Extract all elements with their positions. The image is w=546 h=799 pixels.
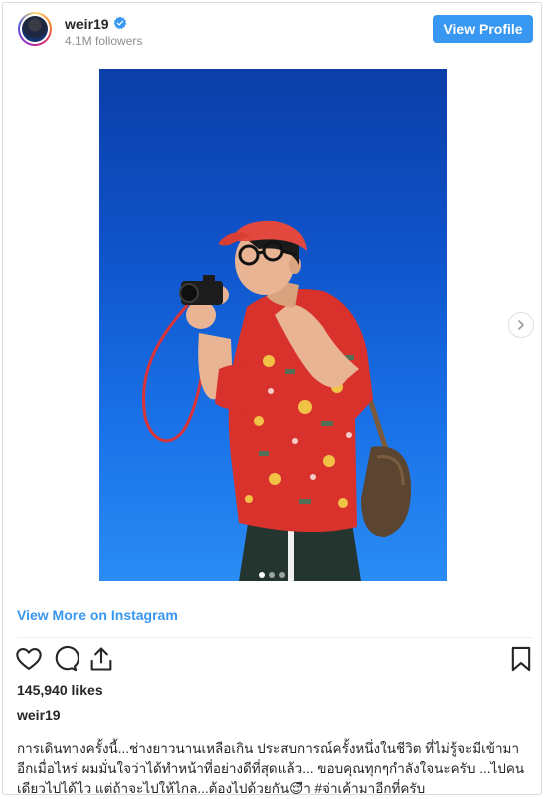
avatar-image <box>22 16 48 42</box>
follower-count: 4.1M followers <box>65 34 143 48</box>
like-count: 145,940 likes <box>17 682 103 698</box>
view-more-link[interactable]: View More on Instagram <box>17 607 178 623</box>
carousel-next-button[interactable] <box>508 312 534 338</box>
post-header: weir19 4.1M followers View Profile <box>3 3 541 61</box>
share-icon[interactable] <box>87 645 115 673</box>
verified-badge-icon <box>113 16 127 30</box>
avatar[interactable] <box>18 12 52 46</box>
post-author[interactable]: weir19 <box>17 707 61 723</box>
carousel-indicator <box>259 572 285 578</box>
carousel-dot <box>259 572 265 578</box>
bookmark-icon[interactable] <box>507 645 535 673</box>
carousel-dot <box>269 572 275 578</box>
carousel-dot <box>279 572 285 578</box>
comment-icon[interactable] <box>51 645 79 673</box>
username[interactable]: weir19 <box>65 16 109 32</box>
heart-icon[interactable] <box>15 645 43 673</box>
action-bar <box>3 645 541 675</box>
instagram-embed-card: weir19 4.1M followers View Profile View … <box>2 2 542 796</box>
post-caption: การเดินทางครั้งนี้...ช่างยาวนานเหลือเกิน… <box>17 741 525 796</box>
divider <box>17 637 533 638</box>
post-photo[interactable] <box>99 69 447 581</box>
photo-illustration <box>142 220 411 581</box>
view-profile-button[interactable]: View Profile <box>433 15 533 43</box>
chevron-right-icon <box>518 320 524 330</box>
